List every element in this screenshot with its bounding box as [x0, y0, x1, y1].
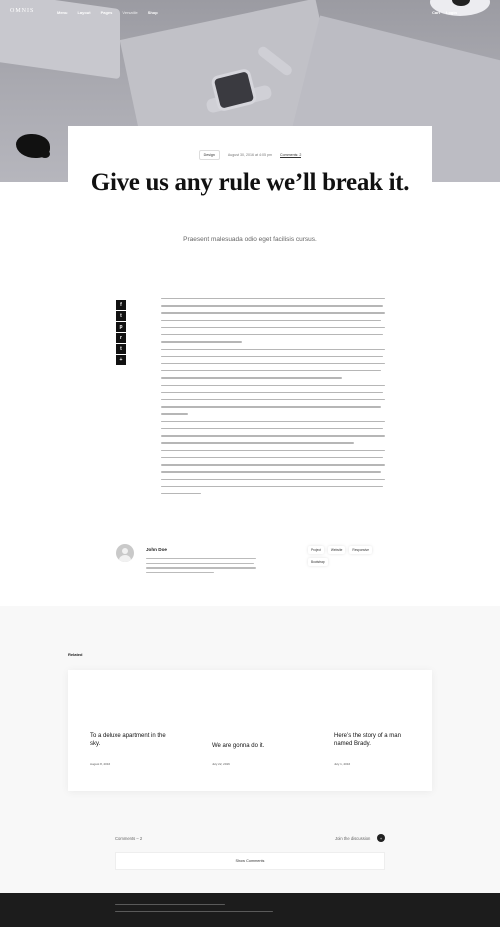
- page-subtitle: Praesent malesuada odio eget facilisis c…: [183, 236, 317, 243]
- category-badge[interactable]: Design: [198, 150, 220, 160]
- tumblr-icon[interactable]: t: [116, 344, 126, 354]
- article-header: Design August 30, 2016 at 4:05 pm Commen…: [68, 126, 432, 286]
- paragraph: [161, 420, 385, 444]
- related-post-title[interactable]: Here’s the story of a man named Brady.: [334, 732, 414, 748]
- paragraph: [161, 384, 385, 415]
- facebook-icon[interactable]: f: [116, 300, 126, 310]
- author-box: John Doe Project Website Responsive Boot…: [116, 544, 386, 584]
- copyright-text: [115, 904, 225, 906]
- related-heading: Related: [68, 652, 83, 657]
- paragraph: [161, 298, 385, 343]
- nav-links: Menu Layout Pages Versatile Shop: [57, 10, 158, 15]
- pinterest-icon[interactable]: p: [116, 322, 126, 332]
- ink-blot-graphic: [16, 134, 50, 158]
- paragraph: [161, 348, 385, 379]
- tag-list: Project Website Responsive Bootstrap: [308, 546, 388, 566]
- related-post-date: July 1, 2016: [334, 762, 351, 766]
- page-title: Give us any rule we’ll break it.: [90, 169, 410, 196]
- tag-bootstrap[interactable]: Bootstrap: [308, 558, 328, 566]
- nav-item-shop[interactable]: Shop: [148, 10, 158, 15]
- article-body: [161, 298, 385, 500]
- author-bio: [146, 558, 256, 577]
- comments-count: Comments – 2: [115, 836, 143, 841]
- show-comments-button[interactable]: Show Comments: [115, 852, 385, 870]
- author-name[interactable]: John Doe: [146, 547, 167, 552]
- join-discussion-link[interactable]: Join the discussion: [335, 836, 370, 841]
- reddit-icon[interactable]: r: [116, 333, 126, 343]
- tag-responsive[interactable]: Responsive: [349, 546, 373, 554]
- related-post-card[interactable]: We are gonna do it.: [212, 742, 292, 750]
- share-icon[interactable]: +: [116, 355, 126, 365]
- related-post-title[interactable]: We are gonna do it.: [212, 742, 292, 750]
- paragraph: [161, 449, 385, 495]
- post-date: August 30, 2016 at 4:05 pm: [227, 153, 272, 157]
- related-post-card[interactable]: Here’s the story of a man named Brady.: [334, 732, 414, 748]
- related-post-date: August 8, 2016: [90, 762, 111, 766]
- add-comment-icon[interactable]: +: [377, 834, 385, 842]
- top-nav: OMNIS Menu Layout Pages Versatile Shop C…: [0, 0, 500, 26]
- related-posts: To a deluxe apartment in the sky. August…: [68, 670, 432, 791]
- footer-notice: [115, 911, 273, 913]
- logo[interactable]: OMNIS: [10, 8, 34, 14]
- tag-website[interactable]: Website: [327, 546, 346, 554]
- related-post-card[interactable]: To a deluxe apartment in the sky.: [90, 732, 170, 748]
- nav-item-versatile[interactable]: Versatile: [122, 10, 137, 15]
- related-post-date: July 22, 2016: [212, 762, 230, 766]
- share-bar: f t p r t +: [116, 300, 126, 366]
- avatar[interactable]: [116, 544, 134, 562]
- comments-link[interactable]: Comments: 2: [279, 153, 302, 158]
- nav-item-menu[interactable]: Menu: [57, 10, 67, 15]
- login-link[interactable]: Login: [446, 10, 457, 15]
- nav-item-layout[interactable]: Layout: [77, 10, 90, 15]
- footer: [0, 893, 500, 927]
- twitter-icon[interactable]: t: [116, 311, 126, 321]
- post-meta: Design August 30, 2016 at 4:05 pm Commen…: [68, 150, 432, 160]
- cart-link[interactable]: Cart: [432, 10, 440, 15]
- nav-item-pages[interactable]: Pages: [101, 10, 113, 15]
- tag-project[interactable]: Project: [308, 546, 324, 554]
- nav-right: Cart Login: [432, 10, 457, 15]
- page: OMNIS Menu Layout Pages Versatile Shop C…: [0, 0, 500, 927]
- related-post-title[interactable]: To a deluxe apartment in the sky.: [90, 732, 170, 748]
